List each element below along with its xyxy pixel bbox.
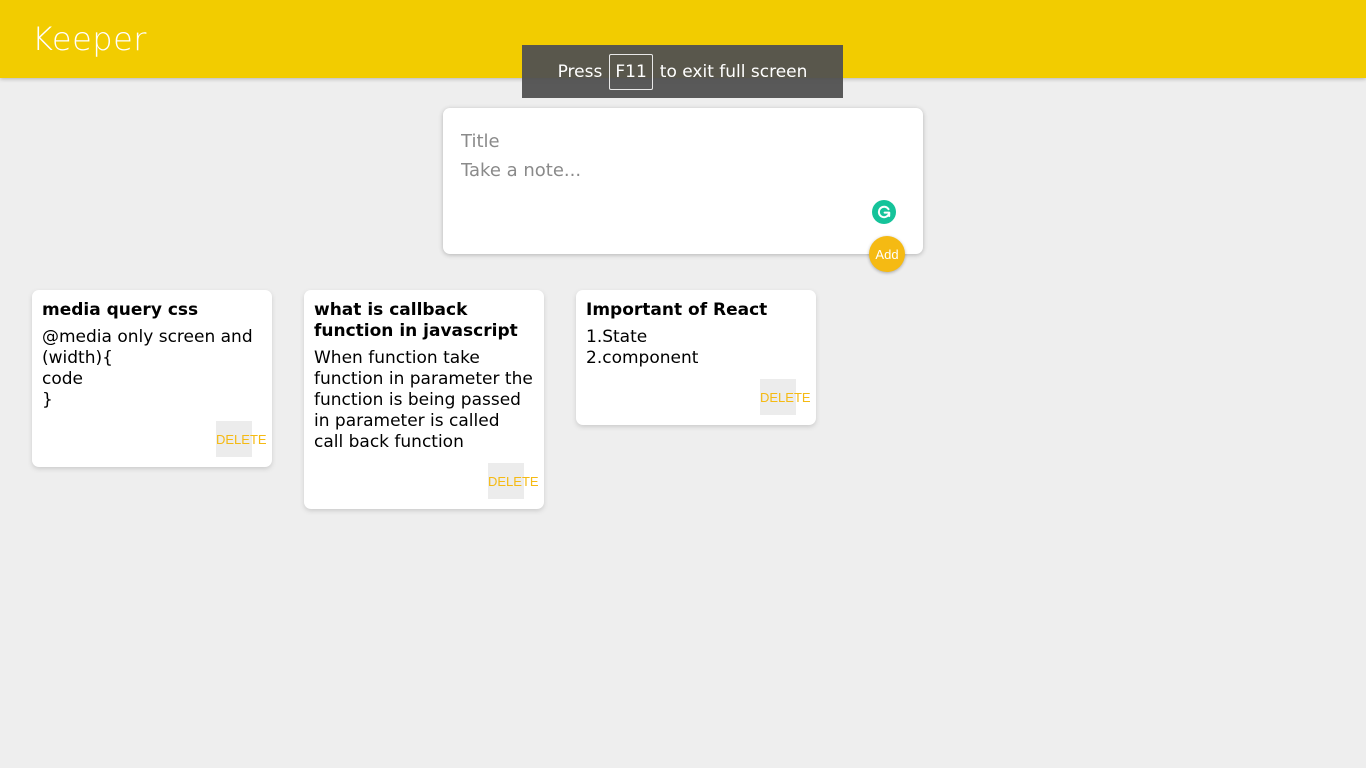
f11-key: F11	[609, 53, 653, 90]
note-title: what is callback function in javascript	[314, 300, 518, 341]
note-card: Important of React 1.State 2.component D…	[576, 290, 816, 425]
fullscreen-toast-suffix: to exit full screen	[659, 61, 808, 82]
fullscreen-toast: Press F11 to exit full screen	[522, 45, 843, 98]
fullscreen-toast-prefix: Press	[557, 61, 603, 82]
create-note-form	[443, 108, 923, 254]
note-content-input[interactable]	[461, 160, 901, 240]
note-content: 1.State 2.component	[586, 327, 699, 368]
note-title: media query css	[42, 300, 199, 320]
grammarly-icon[interactable]	[872, 200, 896, 224]
note-title: Important of React	[586, 300, 768, 320]
note-card: media query css @media only screen and (…	[32, 290, 272, 467]
title-input[interactable]	[461, 128, 901, 154]
add-button[interactable]: Add	[869, 236, 905, 272]
note-content: @media only screen and (width){ code }	[42, 327, 253, 410]
note-content: When function take function in parameter…	[314, 348, 539, 452]
delete-button[interactable]: DELETE	[760, 379, 811, 415]
note-card: what is callback function in javascript …	[304, 290, 544, 509]
delete-button[interactable]: DELETE	[488, 463, 539, 499]
app-title: Keeper	[32, 20, 147, 58]
delete-button[interactable]: DELETE	[216, 421, 267, 457]
